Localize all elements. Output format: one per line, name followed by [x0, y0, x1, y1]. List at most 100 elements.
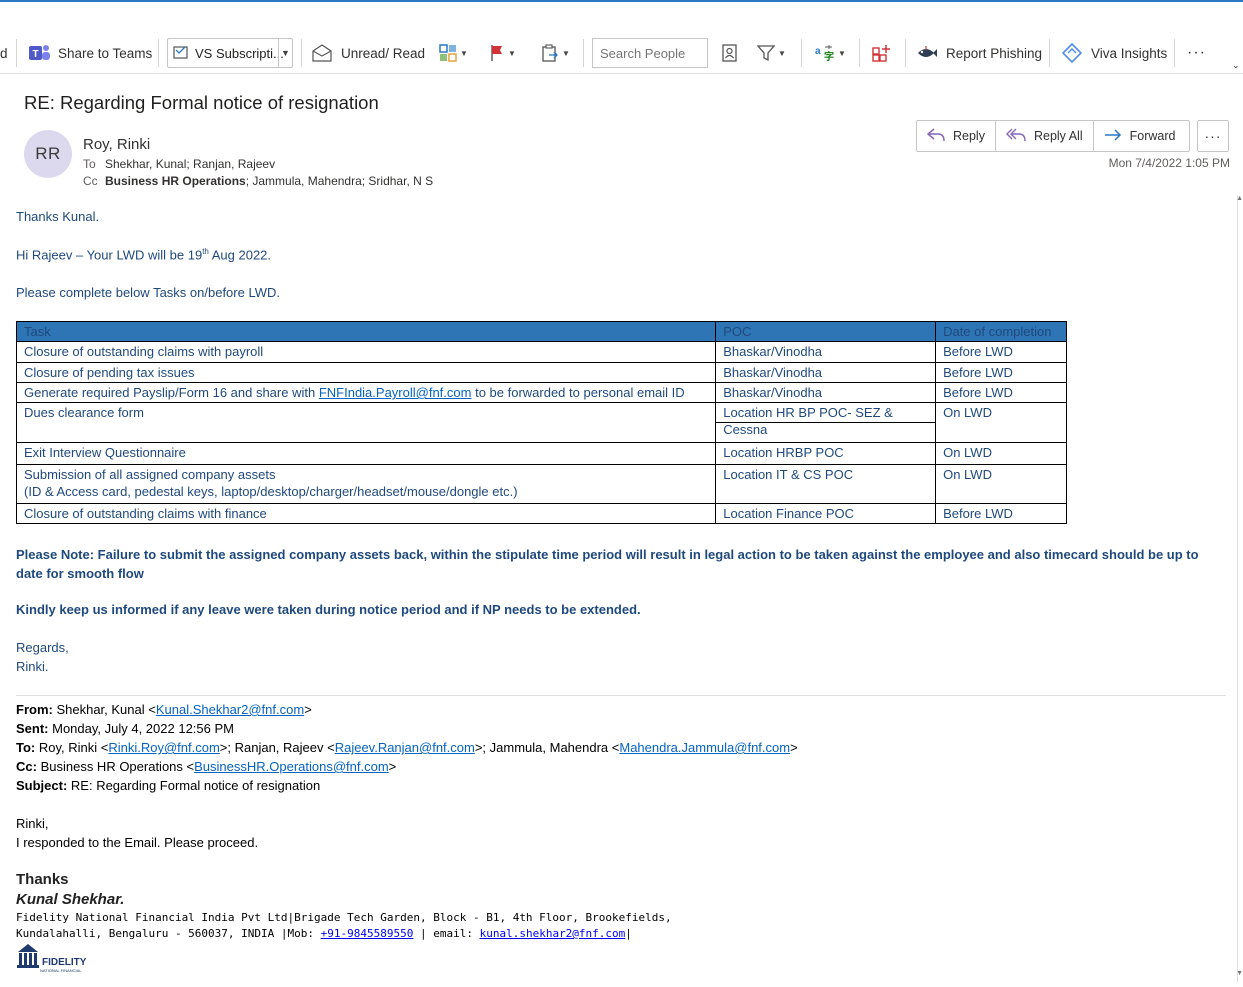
date-cell: On LWD — [935, 402, 1067, 443]
more-commands-button[interactable]: ··· — [1187, 35, 1206, 71]
quoted-divider — [16, 695, 1226, 696]
logo-text: FIDELITY — [42, 957, 87, 968]
task-text-detail: (ID & Access card, pedestal keys, laptop… — [24, 484, 518, 499]
add-ins-icon — [872, 43, 892, 63]
date-cell: On LWD — [935, 442, 1067, 465]
more-commands-label: ··· — [1187, 44, 1206, 61]
payroll-email-link[interactable]: FNFIndia.Payroll@fnf.com — [319, 385, 472, 400]
cc-label: Cc: — [16, 759, 37, 774]
scroll-up-arrow[interactable]: ▲ — [1236, 195, 1243, 202]
sig-name: Kunal Shekhar. — [16, 891, 125, 908]
unread-read-button[interactable]: Unread/ Read — [312, 35, 425, 71]
ribbon-collapse-icon[interactable]: ⌄ — [1232, 47, 1240, 83]
sig-end: | — [625, 927, 632, 940]
chevron-down-icon: ▼ — [838, 48, 846, 58]
scroll-down-arrow[interactable]: ▼ — [1236, 970, 1243, 977]
body-line: Thanks Kunal. — [16, 209, 100, 224]
message-subject: RE: Regarding Formal notice of resignati… — [24, 92, 379, 113]
body-line-lwd: Hi Rajeev – Your LWD will be 19th Aug 20… — [16, 247, 271, 262]
separator — [1049, 39, 1050, 67]
to-email-link[interactable]: Rajeev.Ranjan@fnf.com — [335, 740, 475, 755]
sender-name[interactable]: Roy, Rinki — [83, 136, 150, 153]
to-recipients[interactable]: Shekhar, Kunal; Ranjan, Rajeev — [105, 157, 275, 171]
move-button[interactable]: ▼ — [541, 35, 570, 71]
fidelity-building-icon — [16, 942, 40, 973]
angle-close: > — [388, 759, 397, 774]
vertical-scrollbar[interactable] — [1237, 195, 1243, 982]
task-cell: Closure of outstanding claims with finan… — [15, 503, 717, 524]
filter-email-button[interactable]: ▼ — [757, 35, 786, 71]
reply-button[interactable]: Reply — [917, 121, 996, 151]
cc-name: Business HR Operations < — [36, 759, 195, 774]
forward-button[interactable]: Forward — [1094, 121, 1190, 151]
reply-icon — [926, 127, 953, 145]
cc-line: Cc Business HR Operations; Jammula, Mahen… — [83, 174, 433, 188]
svg-text:T: T — [33, 49, 39, 60]
address-book-button[interactable] — [722, 35, 738, 71]
sig-phone-link[interactable]: +91-9845589550 — [321, 927, 414, 940]
orig-from: From: Shekhar, Kunal <Kunal.Shekhar2@fnf… — [16, 702, 312, 717]
task-text: to be forwarded to personal email ID — [471, 385, 685, 400]
chevron-down-icon: ▼ — [508, 48, 516, 58]
separator — [301, 39, 302, 67]
ribbon-toolbar: d T Share to Teams VS Subscripti... ▼ Un… — [0, 0, 1243, 74]
table-header-row: Task POC Date of completion — [15, 321, 1067, 342]
leave-note: Kindly keep us informed if any leave wer… — [16, 602, 641, 617]
phishing-fish-icon — [916, 45, 938, 61]
sig-email-link[interactable]: kunal.shekhar2@fnf.com — [480, 927, 626, 940]
table-row: Submission of all assigned company asset… — [15, 464, 1067, 504]
to-email-link[interactable]: Rinki.Roy@fnf.com — [108, 740, 219, 755]
clipboard-icon — [541, 44, 559, 62]
to-email-link[interactable]: Mahendra.Jammula@fnf.com — [619, 740, 790, 755]
cc-email-link[interactable]: BusinessHR.Operations@fnf.com — [194, 759, 389, 774]
get-add-ins-button[interactable] — [872, 35, 892, 71]
to-name: Roy, Rinki < — [35, 740, 109, 755]
cc-label: Cc — [83, 174, 98, 188]
share-to-teams-button[interactable]: T Share to Teams — [29, 35, 152, 71]
poc-cell: Location HR BP POC- SEZ & Cessna — [715, 402, 937, 443]
sig-thanks: Thanks — [16, 871, 69, 888]
task-text: Generate required Payslip/Form 16 and sh… — [24, 385, 319, 400]
vs-subscription-dropdown[interactable]: VS Subscripti... ▼ — [167, 38, 293, 68]
report-phishing-button[interactable]: Report Phishing — [916, 35, 1042, 71]
poc-cell: Location Finance POC — [715, 503, 937, 524]
forward-icon — [1104, 128, 1130, 145]
reply-label: Reply — [953, 129, 985, 143]
more-actions-button[interactable]: ··· — [1197, 120, 1229, 152]
cc-recipient-group[interactable]: Business HR Operations — [105, 174, 246, 188]
orig-sent: Sent: Monday, July 4, 2022 12:56 PM — [16, 721, 234, 736]
signoff-name: Rinki. — [16, 659, 49, 674]
viva-insights-button[interactable]: Viva Insights — [1062, 35, 1167, 71]
tasks-table: Task POC Date of completion Closure of o… — [15, 321, 1067, 524]
search-people-input[interactable] — [592, 38, 708, 68]
cc-recipients[interactable]: ; Jammula, Mahendra; Sridhar, N S — [246, 174, 433, 188]
translate-button[interactable]: a字 ▼ — [815, 35, 846, 71]
categorize-button[interactable]: ▼ — [439, 35, 468, 71]
angle-close: > — [304, 702, 312, 717]
body-line: Please complete below Tasks on/before LW… — [16, 285, 280, 300]
avatar[interactable]: RR — [24, 130, 72, 178]
chevron-down-icon[interactable]: ▼ — [278, 39, 292, 67]
subject-label: Subject: — [16, 778, 68, 793]
from-email-link[interactable]: Kunal.Shekhar2@fnf.com — [156, 702, 304, 717]
reply-all-button[interactable]: Reply All — [996, 121, 1094, 151]
flag-icon — [489, 44, 505, 62]
table-row: Closure of outstanding claims with finan… — [15, 503, 1067, 524]
filter-icon — [757, 44, 775, 62]
task-text: Submission of all assigned company asset… — [24, 467, 276, 482]
follow-up-button[interactable]: ▼ — [489, 35, 516, 71]
poc-cell: Bhaskar/Vinodha — [715, 341, 937, 363]
task-cell: Dues clearance form — [15, 402, 717, 443]
report-phishing-label: Report Phishing — [946, 45, 1043, 61]
sig-contact: Kundalahalli, Bengaluru - 560037, INDIA … — [16, 927, 632, 940]
categorize-icon — [439, 44, 457, 62]
cut-off-command[interactable]: d — [0, 35, 8, 71]
table-row: Closure of outstanding claims with payro… — [15, 341, 1067, 363]
unread-read-label: Unread/ Read — [341, 45, 426, 61]
task-cell: Exit Interview Questionnaire — [15, 442, 717, 465]
sig-email-label: | email: — [413, 927, 480, 940]
regards-text: Regards, — [16, 640, 69, 655]
logo-wordmark: FIDELITY NATIONAL FINANCIAL — [40, 957, 87, 974]
date-cell: Before LWD — [935, 341, 1067, 363]
lwd-superscript: th — [202, 247, 209, 256]
